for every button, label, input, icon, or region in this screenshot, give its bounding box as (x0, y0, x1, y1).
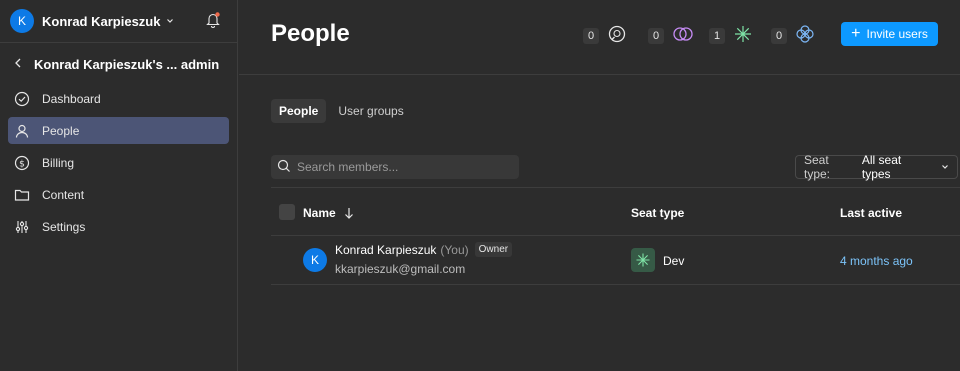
member-name: Konrad Karpieszuk (335, 242, 437, 257)
column-last-active[interactable]: Last active (840, 206, 902, 220)
sidebar-item-label: Dashboard (42, 91, 101, 106)
you-label: (You) (440, 242, 469, 257)
rings-icon (672, 24, 694, 47)
member-email: kkarpieszuk@gmail.com (335, 262, 466, 276)
person-icon (14, 123, 30, 139)
column-seat-type[interactable]: Seat type (631, 206, 684, 220)
search-box[interactable] (271, 155, 519, 179)
clover-icon (795, 24, 815, 47)
count-badge: 0 (771, 27, 787, 44)
counter-collab: 0 (583, 24, 627, 47)
search-icon (277, 159, 291, 176)
members-table: Name Seat type Last active K Konrad Karp… (271, 187, 960, 285)
chevron-down-icon (166, 17, 174, 25)
avatar: K (303, 248, 327, 272)
chat-circle-icon (607, 24, 627, 47)
sidebar-item-content[interactable]: Content (8, 181, 229, 208)
sidebar-item-dashboard[interactable]: Dashboard (8, 85, 229, 112)
sidebar-item-label: Content (42, 187, 85, 202)
count-badge: 0 (583, 27, 599, 44)
tab-bar: People User groups (271, 99, 416, 123)
table-header: Name Seat type Last active (271, 187, 960, 236)
table-row[interactable]: K Konrad Karpieszuk (You) Owner kkarpies… (271, 236, 960, 285)
page-title: People (271, 20, 350, 47)
sidebar-item-label: Settings (42, 219, 86, 234)
plus-icon: + (851, 25, 861, 42)
tab-people[interactable]: People (271, 99, 327, 123)
sidebar-item-billing[interactable]: $ Billing (8, 149, 229, 176)
dollar-icon: $ (14, 155, 30, 171)
main-content: People 0 0 1 0 + Invite users People Use… (239, 0, 960, 371)
last-active-value: 4 months ago (840, 254, 913, 268)
search-input[interactable] (297, 160, 507, 174)
count-badge: 0 (648, 27, 664, 44)
sidebar-nav: Dashboard People $ Billing Content Setti… (0, 85, 237, 240)
seat-type-filter[interactable]: Seat type: All seat types (795, 153, 958, 181)
chevron-down-icon (941, 163, 949, 171)
select-all-checkbox[interactable] (279, 204, 295, 220)
account-switcher[interactable]: K Konrad Karpieszuk (0, 0, 237, 43)
back-to-org[interactable]: Konrad Karpieszuk's ... admin (0, 43, 237, 85)
avatar: K (10, 9, 34, 33)
folder-icon (14, 187, 30, 203)
sidebar-item-label: People (42, 123, 80, 138)
sidebar-item-people[interactable]: People (8, 117, 229, 144)
bell-icon[interactable] (205, 11, 221, 29)
chevron-left-icon[interactable] (14, 57, 22, 71)
page-header: People 0 0 1 0 + Invite users (239, 0, 960, 75)
arrow-down-icon (344, 207, 354, 219)
check-circle-icon (14, 91, 30, 107)
member-name-line: Konrad Karpieszuk (You) Owner (335, 242, 513, 257)
seat-type-value[interactable]: Dev (663, 254, 684, 268)
tab-user-groups[interactable]: User groups (330, 99, 411, 123)
counter-dev: 1 (709, 24, 753, 47)
org-admin-title: Konrad Karpieszuk's ... admin (34, 56, 220, 72)
sidebar-item-label: Billing (42, 155, 75, 170)
owner-badge: Owner (474, 242, 513, 257)
counter-design: 0 (771, 24, 815, 47)
sidebar: K Konrad Karpieszuk Konrad Karpieszuk's … (0, 0, 238, 371)
column-name-label: Name (303, 206, 336, 220)
sidebar-item-settings[interactable]: Settings (8, 213, 229, 240)
counter-pro: 0 (648, 24, 694, 47)
sliders-icon (14, 219, 30, 235)
dev-seat-icon (631, 248, 655, 272)
invite-label: Invite users (866, 27, 928, 41)
invite-users-button[interactable]: + Invite users (841, 22, 938, 46)
count-badge: 1 (709, 27, 725, 44)
asterisk-icon (733, 24, 753, 47)
seat-filter-value: All seat types (861, 153, 902, 181)
seat-filter-label: Seat type: (804, 153, 831, 181)
svg-text:$: $ (19, 159, 25, 169)
account-name: Konrad Karpieszuk (42, 13, 161, 29)
column-name[interactable]: Name (303, 206, 354, 220)
